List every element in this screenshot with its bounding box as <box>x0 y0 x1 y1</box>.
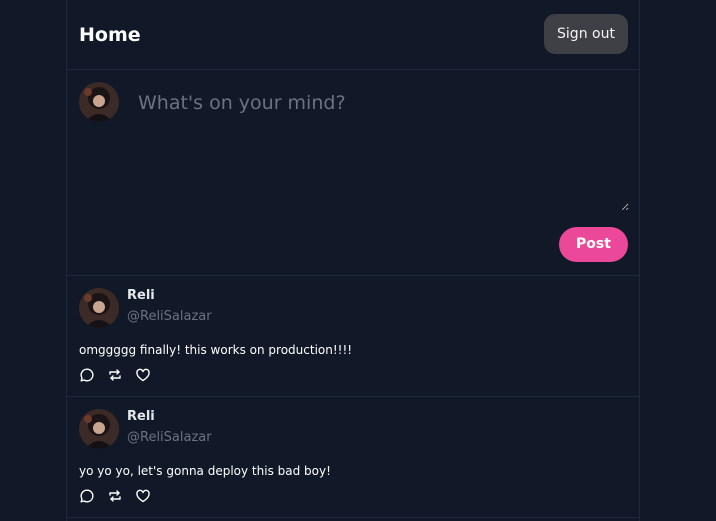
heart-icon[interactable] <box>135 367 153 385</box>
post-button[interactable]: Post <box>559 227 628 262</box>
post-author-handle[interactable]: @ReliSalazar <box>127 430 212 446</box>
post-author-handle[interactable]: @ReliSalazar <box>127 309 212 325</box>
comment-icon[interactable] <box>79 488 97 506</box>
compose-input[interactable] <box>129 84 629 211</box>
comment-icon[interactable] <box>79 367 97 385</box>
post-text: yo yo yo, let's gonna deploy this bad bo… <box>79 464 331 478</box>
feed-column: Home Sign out Post Reli @Re <box>66 0 640 521</box>
retweet-icon[interactable] <box>107 367 125 385</box>
heart-icon[interactable] <box>135 488 153 506</box>
post-author-name[interactable]: Reli <box>127 409 155 425</box>
compose-box: Post <box>67 70 639 276</box>
avatar[interactable] <box>79 288 119 328</box>
sign-out-button[interactable]: Sign out <box>544 14 628 54</box>
header: Home Sign out <box>67 0 639 70</box>
post-text: omggggg finally! this works on productio… <box>79 343 353 357</box>
post-item: Reli @ReliSalazar omggggg finally! this … <box>67 276 639 397</box>
avatar <box>79 82 119 122</box>
retweet-icon[interactable] <box>107 488 125 506</box>
post-item: Reli @ReliSalazar yo yo yo, let's gonna … <box>67 397 639 518</box>
page-title: Home <box>79 24 141 46</box>
post-author-name[interactable]: Reli <box>127 288 155 304</box>
avatar[interactable] <box>79 409 119 449</box>
